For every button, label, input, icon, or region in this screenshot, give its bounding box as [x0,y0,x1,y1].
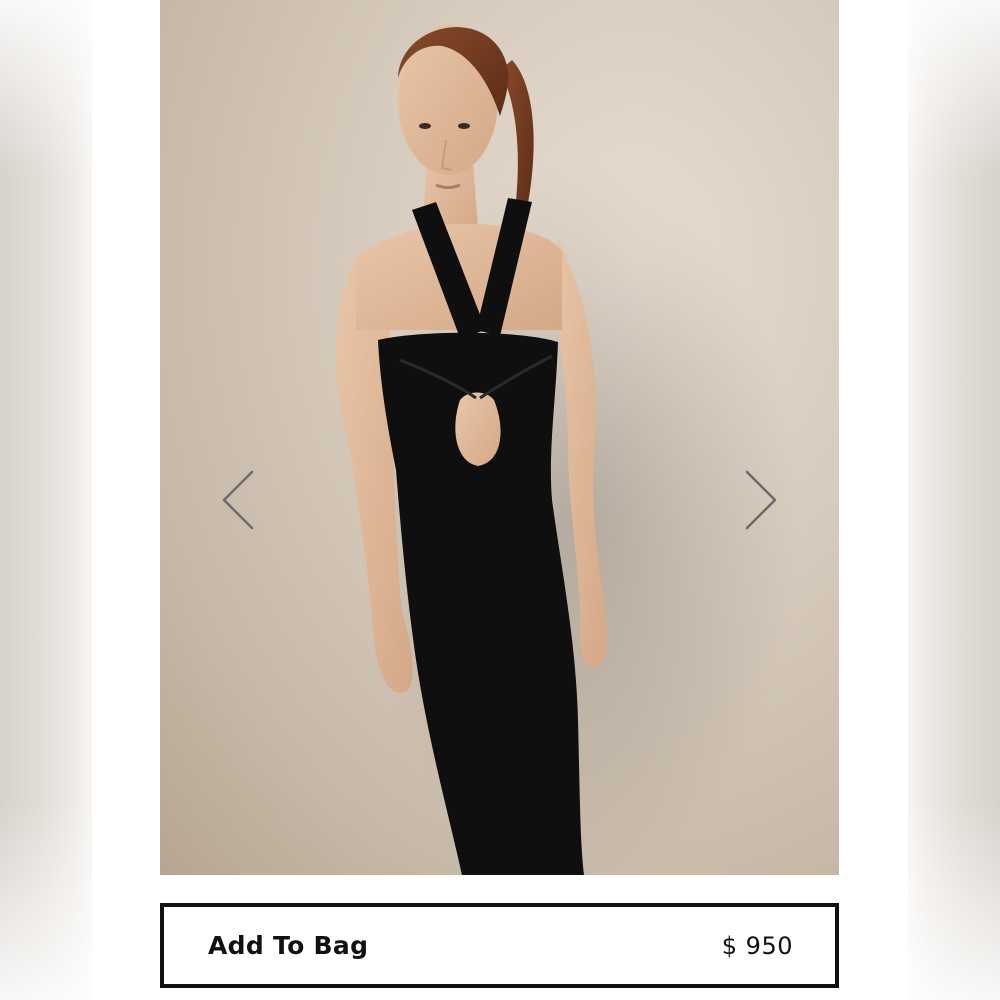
background-blur-right [908,0,1000,1000]
product-page: Add To Bag $ 950 [0,0,1000,1000]
price-label: $ 950 [721,932,793,960]
chevron-right-icon [745,470,777,530]
add-to-bag-label: Add To Bag [208,931,369,960]
carousel-prev-button[interactable] [218,468,258,532]
chevron-left-icon [222,470,254,530]
model-illustration [336,25,800,875]
background-blur-left [0,0,92,1000]
add-to-bag-button[interactable]: Add To Bag $ 950 [160,903,839,988]
carousel-next-button[interactable] [741,468,781,532]
product-image [160,0,839,875]
